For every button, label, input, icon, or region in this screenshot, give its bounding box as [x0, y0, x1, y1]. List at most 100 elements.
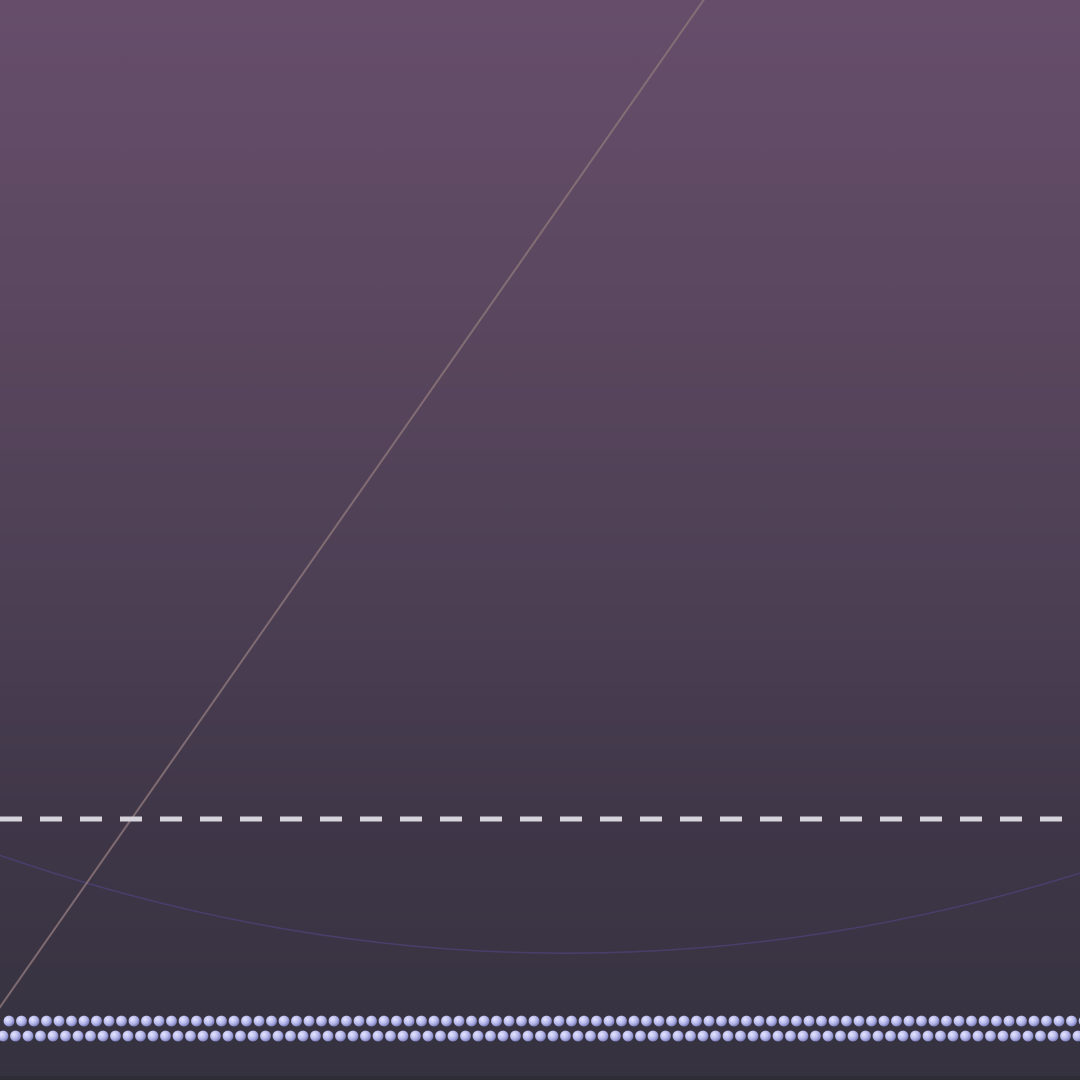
- bead: [85, 1030, 96, 1042]
- bead: [697, 1030, 709, 1042]
- bead: [1010, 1030, 1021, 1042]
- bead: [41, 1015, 52, 1027]
- bead: [972, 1030, 984, 1042]
- bead: [847, 1030, 859, 1042]
- bead: [560, 1030, 571, 1042]
- bead: [185, 1030, 196, 1042]
- bead: [541, 1015, 552, 1027]
- bead: [647, 1030, 659, 1042]
- bead: [603, 1015, 615, 1027]
- bead: [203, 1015, 215, 1027]
- bead: [903, 1015, 915, 1027]
- bead: [328, 1015, 340, 1027]
- bead: [372, 1030, 384, 1042]
- bead: [897, 1030, 909, 1042]
- bead: [816, 1015, 827, 1027]
- bead: [341, 1015, 352, 1027]
- bead: [28, 1015, 40, 1027]
- bead: [60, 1030, 71, 1042]
- bead: [97, 1030, 109, 1042]
- bead: [135, 1030, 146, 1042]
- bead: [622, 1030, 634, 1042]
- bead: [616, 1015, 627, 1027]
- bead: [966, 1015, 977, 1027]
- bead: [822, 1030, 834, 1042]
- bead: [385, 1030, 396, 1042]
- bead: [1066, 1015, 1077, 1027]
- bead: [828, 1015, 840, 1027]
- bead: [872, 1030, 884, 1042]
- bead: [91, 1015, 102, 1027]
- game-canvas[interactable]: [0, 0, 1080, 1080]
- bead: [3, 1015, 15, 1027]
- bead: [997, 1030, 1009, 1042]
- bead: [110, 1030, 121, 1042]
- bead: [497, 1030, 509, 1042]
- bead: [716, 1015, 727, 1027]
- bead: [853, 1015, 865, 1027]
- bead: [10, 1030, 21, 1042]
- bead: [428, 1015, 440, 1027]
- bead: [485, 1030, 496, 1042]
- bead: [147, 1030, 159, 1042]
- bead: [335, 1030, 346, 1042]
- bead: [941, 1015, 952, 1027]
- bead: [660, 1030, 671, 1042]
- bead: [585, 1030, 596, 1042]
- bead: [378, 1015, 390, 1027]
- bead: [672, 1030, 684, 1042]
- bead: [353, 1015, 365, 1027]
- bead: [1003, 1015, 1015, 1027]
- bead: [53, 1015, 65, 1027]
- bead: [391, 1015, 402, 1027]
- bead: [778, 1015, 790, 1027]
- bead: [253, 1015, 265, 1027]
- bead: [47, 1030, 59, 1042]
- bead: [935, 1030, 946, 1042]
- bead: [1041, 1015, 1052, 1027]
- bead: [366, 1015, 377, 1027]
- bead: [278, 1015, 290, 1027]
- bead: [72, 1030, 84, 1042]
- bead: [916, 1015, 927, 1027]
- bead: [1022, 1030, 1034, 1042]
- bead: [447, 1030, 459, 1042]
- bead: [741, 1015, 752, 1027]
- bead: [116, 1015, 127, 1027]
- bead: [628, 1015, 640, 1027]
- bead: [835, 1030, 846, 1042]
- bead: [247, 1030, 259, 1042]
- bead: [1035, 1030, 1046, 1042]
- bead: [860, 1030, 871, 1042]
- bead: [991, 1015, 1002, 1027]
- scene-graphics: [0, 0, 1080, 1042]
- bead: [128, 1015, 140, 1027]
- bead: [1047, 1030, 1059, 1042]
- bead: [910, 1030, 921, 1042]
- bead: [153, 1015, 165, 1027]
- bead: [416, 1015, 427, 1027]
- bead: [685, 1030, 696, 1042]
- bead: [478, 1015, 490, 1027]
- bead: [753, 1015, 765, 1027]
- bead: [666, 1015, 677, 1027]
- bead: [985, 1030, 996, 1042]
- bead: [422, 1030, 434, 1042]
- bead: [435, 1030, 446, 1042]
- bead: [566, 1015, 577, 1027]
- bead: [35, 1030, 46, 1042]
- bead: [722, 1030, 734, 1042]
- bead: [178, 1015, 190, 1027]
- bead: [103, 1015, 115, 1027]
- bead: [785, 1030, 796, 1042]
- bead: [122, 1030, 134, 1042]
- bead: [466, 1015, 477, 1027]
- bead: [78, 1015, 90, 1027]
- bead: [235, 1030, 246, 1042]
- bead: [310, 1030, 321, 1042]
- bead: [285, 1030, 296, 1042]
- bead: [953, 1015, 965, 1027]
- bead: [510, 1030, 521, 1042]
- bead: [891, 1015, 902, 1027]
- bead: [610, 1030, 621, 1042]
